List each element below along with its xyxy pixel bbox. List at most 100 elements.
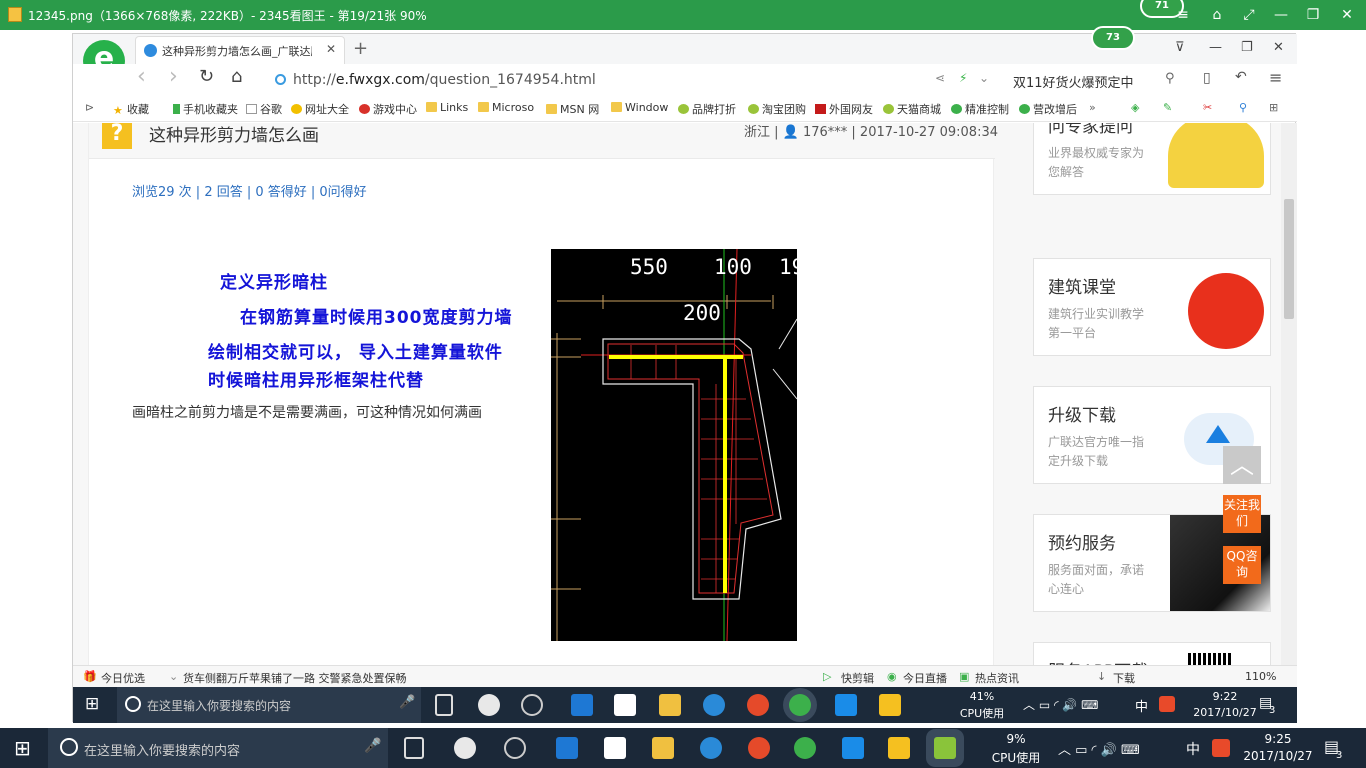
sidebar-toggle-icon[interactable]: ⊳ <box>85 101 94 114</box>
plus-app-icon[interactable] <box>842 737 864 759</box>
scissors-icon[interactable]: ✂ <box>1203 101 1212 114</box>
bookmark-item[interactable]: ★ 收藏 <box>113 101 149 117</box>
ie-icon[interactable] <box>700 737 722 759</box>
new-tab-button[interactable]: + <box>353 38 368 59</box>
file-explorer-icon[interactable] <box>659 694 681 716</box>
clock-time[interactable]: 9:25 <box>1250 732 1306 746</box>
image-viewer-icon[interactable] <box>934 737 956 759</box>
windows-start-icon[interactable]: ⊞ <box>14 736 31 760</box>
tray-icons[interactable]: ︿ ▭ ◜ 🔊 ⌨ <box>1058 739 1140 758</box>
edge-icon[interactable] <box>571 694 593 716</box>
browser-restore-button[interactable]: ❐ <box>1241 40 1253 55</box>
browser-tab[interactable]: 这种异形剪力墙怎么画_广联达服 ✕ <box>135 36 345 64</box>
status-news[interactable]: 货车侧翻万斤苹果铺了一路 交警紧急处置保畅 <box>183 670 407 686</box>
clock-date[interactable]: 2017/10/27 <box>1183 706 1267 719</box>
sogou-icon[interactable] <box>1212 739 1230 757</box>
fan-app-icon[interactable] <box>478 694 500 716</box>
ime-indicator[interactable]: 中 <box>1186 739 1200 759</box>
store-icon[interactable] <box>614 694 636 716</box>
bookmark-item[interactable]: 外国网友 <box>815 101 873 117</box>
menu-icon[interactable]: ≡ <box>1166 0 1200 30</box>
question-stats[interactable]: 浏览29 次 | 2 回答 | 0 答得好 | 0问得好 <box>132 181 367 200</box>
windows-start-icon[interactable]: ⊞ <box>85 694 99 714</box>
close-button[interactable]: ✕ <box>1330 0 1364 30</box>
status-item[interactable]: 快剪辑 <box>841 670 874 686</box>
scroll-to-top-button[interactable]: ︿ <box>1223 446 1261 484</box>
fullscreen-icon[interactable]: ⤢ <box>1232 0 1266 30</box>
swirl-app-icon[interactable] <box>521 694 543 716</box>
shield-icon[interactable]: ◈ <box>1131 101 1139 114</box>
lightning-icon[interactable]: ⚡ <box>959 71 967 85</box>
status-item[interactable]: 热点资讯 <box>975 670 1019 686</box>
zoom-level[interactable]: 110% <box>1245 670 1276 683</box>
clock-time[interactable]: 9:22 <box>1201 690 1249 703</box>
qq-consult-button[interactable]: QQ咨询 <box>1223 546 1261 584</box>
browser-2345-icon[interactable] <box>747 694 769 716</box>
bookmarks-more-icon[interactable]: » <box>1089 101 1096 114</box>
notes-icon[interactable] <box>888 737 910 759</box>
undo-icon[interactable]: ↶ <box>1235 69 1247 85</box>
mic-icon[interactable]: 🎤 <box>399 695 415 710</box>
search-icon[interactable]: ⚲ <box>1165 71 1175 86</box>
forward-icon[interactable]: › <box>169 64 178 89</box>
bookmark-folder[interactable]: Microso <box>478 101 534 114</box>
plus-app-icon[interactable] <box>835 694 857 716</box>
tray-icons[interactable]: ︿ ▭ ◜ 🔊 ⌨ <box>1023 696 1099 713</box>
swirl-app-icon[interactable] <box>504 737 526 759</box>
bookmark-item[interactable]: 精准控制 <box>951 101 1009 117</box>
share-icon[interactable]: ⋖ <box>935 71 945 85</box>
store-icon[interactable] <box>604 737 626 759</box>
edge-icon[interactable] <box>556 737 578 759</box>
apps-icon[interactable]: ⊞ <box>1269 101 1278 114</box>
status-left-label[interactable]: 今日优选 <box>101 670 145 686</box>
menu-icon[interactable]: ≡ <box>1269 68 1282 87</box>
phone-icon[interactable]: ▯ <box>1203 70 1211 86</box>
bookmark-item[interactable]: 淘宝团购 <box>748 101 806 117</box>
follow-us-button[interactable]: 关注我们 <box>1223 495 1261 533</box>
green-browser-icon[interactable] <box>789 694 811 716</box>
browser-close-button[interactable]: ✕ <box>1273 40 1284 55</box>
bookmark-item[interactable]: 品牌打折 <box>678 101 736 117</box>
bookmark-item[interactable]: 网址大全 <box>291 101 349 117</box>
fan-app-icon[interactable] <box>454 737 476 759</box>
restore-button[interactable]: ❐ <box>1296 0 1330 30</box>
home-icon[interactable]: ⌂ <box>231 66 242 87</box>
scrollbar-thumb[interactable] <box>1284 199 1294 319</box>
browser-badge[interactable]: 73 <box>1091 26 1135 50</box>
sidebar-card-classroom[interactable]: 建筑课堂 建筑行业实训教学第一平台 <box>1033 258 1271 356</box>
clock-date[interactable]: 2017/10/27 <box>1236 749 1320 763</box>
status-item[interactable]: 今日直播 <box>903 670 947 686</box>
bookmark-item[interactable]: 游戏中心 <box>359 101 417 117</box>
bookmark-folder[interactable]: MSN 网 <box>546 101 599 117</box>
bookmark-item[interactable]: 谷歌 <box>246 101 282 117</box>
minimize-button[interactable]: — <box>1264 0 1298 30</box>
sogou-icon[interactable] <box>1159 696 1175 712</box>
inner-search-box[interactable]: 在这里输入你要搜索的内容 🎤 <box>117 687 421 723</box>
search-input[interactable]: 双11好货火爆预定中 <box>1013 72 1134 91</box>
outer-search-box[interactable]: 在这里输入你要搜索的内容 🎤 <box>48 728 388 768</box>
tab-close-icon[interactable]: ✕ <box>326 42 336 56</box>
notes-icon[interactable] <box>879 694 901 716</box>
vertical-scrollbar[interactable] <box>1281 123 1297 681</box>
task-view-icon[interactable] <box>435 694 453 716</box>
chevron-down-icon[interactable]: ⌄ <box>979 71 989 85</box>
task-view-icon[interactable] <box>404 737 424 759</box>
sidebar-card-ask-expert[interactable]: 问专家提问 业界最权威专家为您解答 <box>1033 123 1271 195</box>
magnifier-icon[interactable]: ⚲ <box>1239 101 1247 114</box>
mic-icon[interactable]: 🎤 <box>364 738 381 754</box>
status-download[interactable]: 下载 <box>1113 670 1135 686</box>
back-icon[interactable]: ‹ <box>137 64 146 89</box>
skin-icon[interactable]: ⌂ <box>1200 0 1234 30</box>
browser-2345-icon[interactable] <box>748 737 770 759</box>
bookmark-item[interactable]: 天猫商城 <box>883 101 941 117</box>
bookmark-item[interactable]: 营改增后 <box>1019 101 1077 117</box>
ie-icon[interactable] <box>703 694 725 716</box>
translate-icon[interactable]: ✎ <box>1163 101 1172 114</box>
file-explorer-icon[interactable] <box>652 737 674 759</box>
address-bar[interactable]: http://e.fwxgx.com/question_1674954.html… <box>269 68 989 92</box>
bookmark-folder[interactable]: Links <box>426 101 468 114</box>
cad-drawing-image[interactable]: 550 100 19 200 <box>551 249 797 641</box>
bookmark-item[interactable]: 手机收藏夹 <box>173 101 238 117</box>
ime-indicator[interactable]: 中 <box>1135 696 1148 715</box>
browser-minimize-button[interactable]: — <box>1209 40 1222 55</box>
